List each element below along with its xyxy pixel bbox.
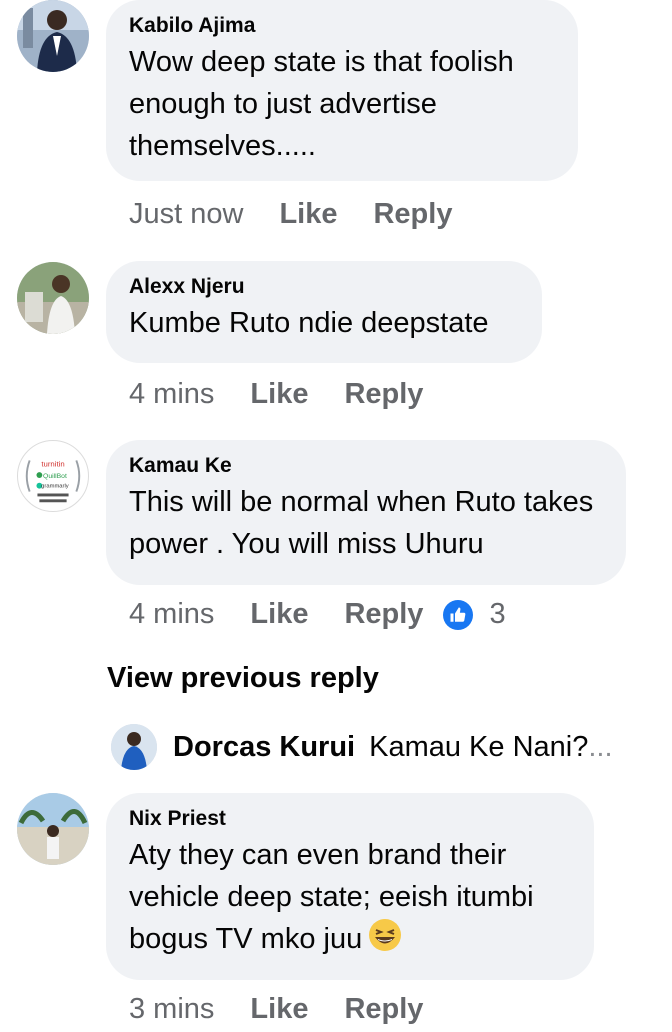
avatar-photo — [17, 262, 89, 334]
reply-snippet: Kamau Ke Nani? — [369, 730, 589, 763]
view-previous-reply-link[interactable]: View previous reply — [107, 662, 379, 695]
comment-bubble: Kamau Ke This will be normal when Ruto t… — [106, 440, 626, 585]
logo-line-2: QuillBot — [43, 473, 67, 480]
avatar[interactable] — [17, 262, 89, 334]
comment-text: Kumbe Ruto ndie deepstate — [129, 307, 489, 339]
comment-time[interactable]: Just now — [129, 198, 243, 231]
reply-button[interactable]: Reply — [373, 198, 452, 231]
avatar-photo — [17, 0, 89, 72]
avatar-logo: turnitin QuillBot grammarly — [25, 459, 81, 503]
comment-actions: Just now Like Reply — [129, 198, 452, 231]
like-button[interactable]: Like — [250, 598, 308, 631]
grinning-squinting-face-icon — [369, 919, 402, 951]
collapsed-reply[interactable]: Dorcas Kurui Kamau Ke Nani?... — [111, 724, 613, 770]
comment-text-content: Aty they can even brand their vehicle de… — [129, 839, 534, 955]
comment-author[interactable]: Alexx Njeru — [129, 274, 518, 300]
comment-author[interactable]: Nix Priest — [129, 806, 570, 832]
avatar[interactable] — [111, 724, 157, 770]
reply-ellipsis: ... — [588, 730, 613, 763]
comment-text: Aty they can even brand their vehicle de… — [129, 834, 570, 960]
avatar-photo — [17, 793, 89, 865]
avatar[interactable]: turnitin QuillBot grammarly — [17, 440, 89, 512]
comment-text: This will be normal when Ruto takes powe… — [129, 486, 594, 560]
comment-actions: 4 mins Like Reply 3 — [129, 598, 506, 631]
avatar[interactable] — [17, 0, 89, 72]
avatar-photo — [111, 724, 157, 770]
comment-time[interactable]: 4 mins — [129, 378, 214, 411]
comment-bubble: Nix Priest Aty they can even brand their… — [106, 793, 594, 980]
like-button[interactable]: Like — [279, 198, 337, 231]
reply-author[interactable]: Dorcas Kurui — [173, 731, 355, 764]
like-button[interactable]: Like — [250, 378, 308, 411]
comment-author[interactable]: Kabilo Ajima — [129, 13, 554, 39]
comment-actions: 3 mins Like Reply — [129, 993, 423, 1026]
reply-button[interactable]: Reply — [344, 378, 423, 411]
reply-button[interactable]: Reply — [344, 598, 423, 631]
comment-bubble: Kabilo Ajima Wow deep state is that fool… — [106, 0, 578, 181]
comment-bubble: Alexx Njeru Kumbe Ruto ndie deepstate — [106, 261, 542, 363]
comment-time[interactable]: 4 mins — [129, 598, 214, 631]
comment-actions: 4 mins Like Reply — [129, 378, 423, 411]
logo-line-3: grammarly — [41, 484, 69, 490]
comment-text: Wow deep state is that foolish enough to… — [129, 46, 514, 162]
reaction-count: 3 — [489, 598, 506, 630]
like-button[interactable]: Like — [250, 993, 308, 1026]
thumbs-up-icon — [443, 599, 474, 630]
logo-line-1: turnitin — [41, 459, 64, 468]
reply-button[interactable]: Reply — [344, 993, 423, 1026]
avatar[interactable] — [17, 793, 89, 865]
comment-time[interactable]: 3 mins — [129, 993, 214, 1026]
reaction-summary[interactable]: 3 — [443, 598, 506, 631]
comment-author[interactable]: Kamau Ke — [129, 453, 602, 479]
